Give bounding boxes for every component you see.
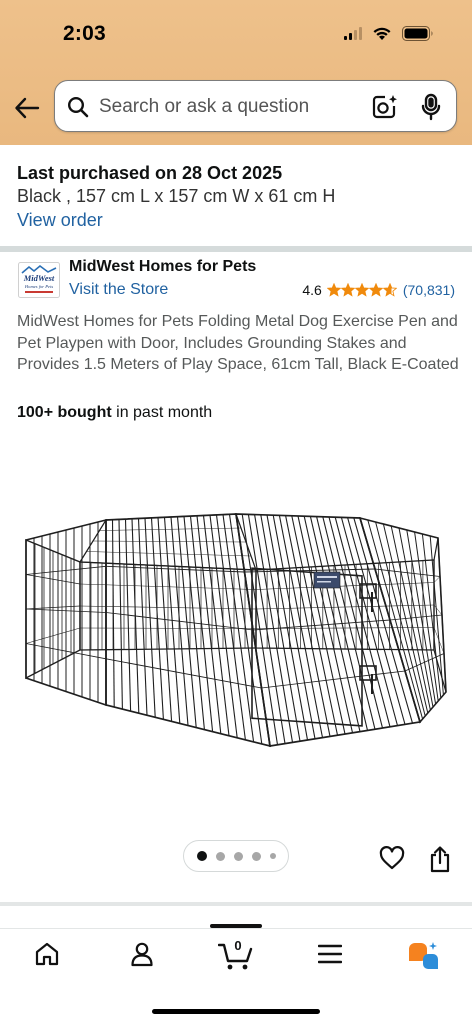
status-icons (344, 26, 434, 41)
star-icon (340, 283, 355, 297)
back-arrow-icon[interactable] (14, 96, 40, 120)
camera-lens-icon[interactable] (372, 94, 398, 120)
search-icon (67, 96, 89, 118)
carousel-dot[interactable] (251, 851, 261, 861)
bought-count-rest: in past month (111, 404, 213, 421)
home-indicator (152, 1009, 320, 1014)
home-icon[interactable] (35, 941, 59, 967)
heart-icon[interactable] (379, 846, 405, 870)
star-rating (326, 283, 397, 297)
carousel-dot[interactable] (196, 851, 207, 861)
search-input[interactable]: Search or ask a question (54, 80, 457, 132)
star-icon (354, 283, 369, 297)
last-purchased-title: Last purchased on 28 Oct 2025 (17, 163, 283, 183)
carousel-dot[interactable] (269, 853, 276, 859)
cart-button[interactable]: 0 (218, 938, 254, 971)
account-icon[interactable] (130, 941, 154, 967)
brand-name: MidWest Homes for Pets (69, 258, 257, 275)
bought-count-bold: 100+ bought (17, 404, 112, 421)
bought-count: 100+ bought in past month (17, 404, 212, 422)
search-placeholder: Search or ask a question (99, 96, 310, 117)
svg-text:Homes for Pets: Homes for Pets (24, 284, 54, 289)
cart-icon (218, 943, 253, 970)
purchased-variant: Black , 157 cm L x 157 cm W x 61 cm H (17, 186, 336, 206)
star-icon (326, 283, 341, 297)
svg-text:MidWest: MidWest (23, 273, 55, 283)
view-order-link[interactable]: View order (17, 210, 103, 231)
carousel-dot[interactable] (233, 851, 243, 861)
cellular-signal-icon (344, 27, 362, 40)
header-bar: 2:03 Search or ask a question (0, 0, 472, 145)
wifi-icon (373, 27, 391, 40)
product-title: MidWest Homes for Pets Folding Metal Dog… (17, 313, 459, 373)
rufus-icon[interactable] (406, 941, 440, 971)
rating-value: 4.6 (302, 282, 322, 298)
star-icon (382, 283, 397, 297)
star-icon (368, 283, 383, 297)
rating-count[interactable]: (70,831) (403, 282, 455, 298)
share-icon[interactable] (428, 845, 452, 873)
menu-icon[interactable] (318, 944, 342, 964)
visit-store-link[interactable]: Visit the Store (69, 281, 168, 299)
product-image-playpen[interactable] (20, 500, 452, 760)
brand-logo[interactable]: MidWest Homes for Pets (18, 262, 60, 298)
section-divider (0, 246, 472, 252)
image-carousel-dots[interactable] (183, 840, 289, 872)
rating-summary[interactable]: 4.6 (70,831) (302, 282, 455, 298)
microphone-icon[interactable] (421, 93, 441, 121)
last-purchased-banner: Last purchased on 28 Oct 2025 Black , 15… (0, 145, 472, 245)
battery-icon (402, 26, 433, 41)
status-time: 2:03 (63, 22, 106, 45)
carousel-dot[interactable] (215, 851, 225, 861)
section-divider-thin (0, 902, 472, 906)
